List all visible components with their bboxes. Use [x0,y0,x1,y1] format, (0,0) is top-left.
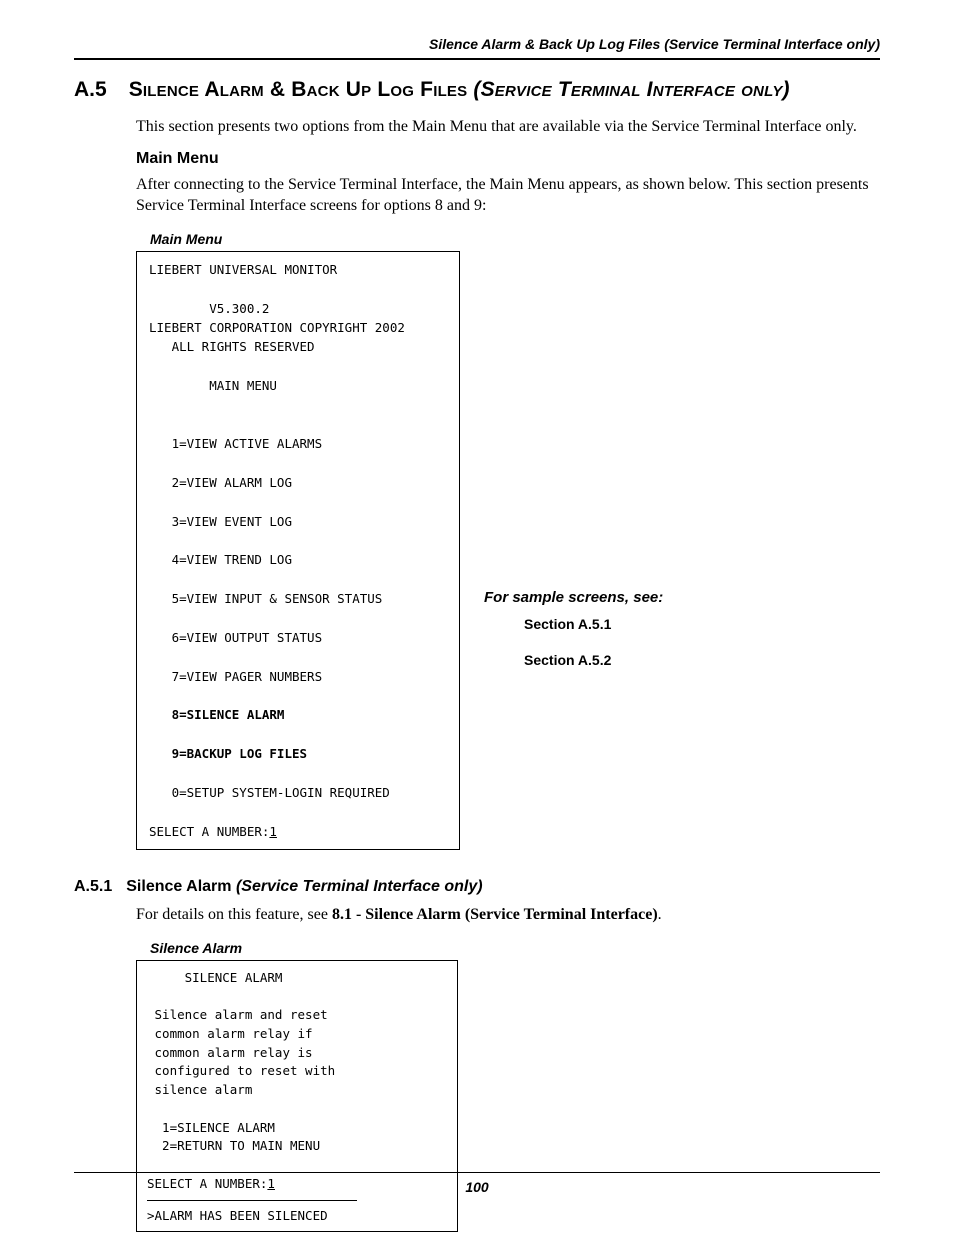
term-line: 0=SETUP SYSTEM-LOGIN REQUIRED [149,785,390,800]
footer-rule [74,1172,880,1173]
page-footer: 100 [74,1172,880,1195]
section-title: Silence Alarm & Back Up Log Files [129,78,474,101]
side-notes: For sample screens, see: Section A.5.1 S… [484,589,663,688]
section-title-paren: (Service Terminal Interface only) [473,78,789,101]
term-line: 5=VIEW INPUT & SENSOR STATUS [149,591,382,606]
term-prompt-value: 1 [269,824,277,839]
page: Silence Alarm & Back Up Log Files (Servi… [0,0,954,1235]
term-line: 6=VIEW OUTPUT STATUS [149,630,322,645]
term-line: 3=VIEW EVENT LOG [149,514,292,529]
term-line-bold: 8=SILENCE ALARM [149,707,284,722]
term-line: MAIN MENU [149,378,277,393]
side-ref-1: Section A.5.1 [524,616,663,632]
main-menu-subhead: Main Menu [136,150,880,168]
term-line: configured to reset with [147,1063,335,1078]
term-line: ALL RIGHTS RESERVED [149,339,315,354]
term-line: V5.300.2 [149,301,269,316]
term-line: 2=RETURN TO MAIN MENU [147,1138,320,1153]
main-menu-terminal: LIEBERT UNIVERSAL MONITOR V5.300.2 LIEBE… [136,251,460,850]
term-line: 7=VIEW PAGER NUMBERS [149,669,322,684]
subsection-title-paren: (Service Terminal Interface only) [236,878,483,895]
term-line: common alarm relay if [147,1026,313,1041]
terminal-divider [147,1200,357,1201]
running-header: Silence Alarm & Back Up Log Files (Servi… [74,36,880,58]
term-result: >ALARM HAS BEEN SILENCED [147,1208,328,1223]
intro-paragraph: This section presents two options from t… [136,116,880,138]
header-rule [74,58,880,60]
page-number: 100 [74,1179,880,1195]
main-menu-row: LIEBERT UNIVERSAL MONITOR V5.300.2 LIEBE… [74,251,880,850]
term-prompt: SELECT A NUMBER: [149,824,269,839]
subsection-number: A.5.1 [74,878,112,895]
para-bold-ref: 8.1 - Silence Alarm (Service Terminal In… [332,906,658,923]
term-line: common alarm relay is [147,1045,313,1060]
term-line: LIEBERT CORPORATION COPYRIGHT 2002 [149,320,405,335]
subsection-title: Silence Alarm [126,878,236,895]
term-line: 1=SILENCE ALARM [147,1120,275,1135]
term-line: Silence alarm and reset [147,1007,328,1022]
silence-alarm-fig-label: Silence Alarm [150,940,880,956]
term-line: 1=VIEW ACTIVE ALARMS [149,436,322,451]
term-line: 2=VIEW ALARM LOG [149,475,292,490]
section-number: A.5 [74,78,107,101]
section-heading: A.5 Silence Alarm & Back Up Log Files (Se… [74,78,880,102]
side-lead: For sample screens, see: [484,589,663,606]
subsection-paragraph: For details on this feature, see 8.1 - S… [136,904,880,926]
side-ref-2: Section A.5.2 [524,652,663,668]
para-pre: For details on this feature, see [136,906,332,923]
term-line-bold: 9=BACKUP LOG FILES [149,746,307,761]
main-menu-fig-label: Main Menu [150,231,880,247]
term-line: 4=VIEW TREND LOG [149,552,292,567]
para-post: . [658,906,662,923]
term-line: silence alarm [147,1082,252,1097]
term-line: LIEBERT UNIVERSAL MONITOR [149,262,337,277]
main-menu-paragraph: After connecting to the Service Terminal… [136,174,880,217]
term-line: SILENCE ALARM [147,970,282,985]
subsection-heading: A.5.1 Silence Alarm (Service Terminal Int… [74,878,880,896]
